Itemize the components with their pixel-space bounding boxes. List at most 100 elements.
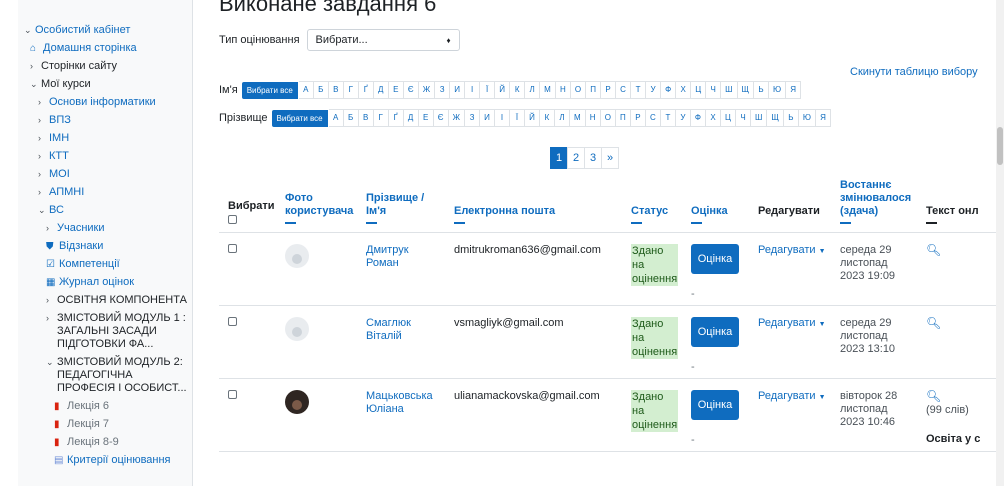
last-name-initial-letter[interactable]: И: [480, 109, 496, 127]
sidebar-item[interactable]: › ІМН: [18, 130, 192, 148]
first-name-initial-letter[interactable]: Я: [786, 81, 802, 99]
zoom-icon[interactable]: 🔍︎: [926, 316, 941, 330]
first-name-initial-letter[interactable]: Ш: [721, 81, 738, 99]
last-name-initial-letter[interactable]: Ї: [510, 109, 526, 127]
last-name-initial-letter[interactable]: О: [600, 109, 616, 127]
grade-button[interactable]: Оцінка: [691, 317, 739, 347]
sidebar-item[interactable]: › МОІ: [18, 166, 192, 184]
sidebar-item[interactable]: ⛊ Відзнаки: [18, 238, 192, 256]
sidebar-item[interactable]: ▤ Критерії оцінювання: [18, 452, 192, 470]
sidebar-item[interactable]: ▮ Лекція 8-9: [18, 434, 192, 452]
last-name-initial-letter[interactable]: М: [570, 109, 586, 127]
last-name-initial-letter[interactable]: Т: [660, 109, 676, 127]
last-name-initial-letter[interactable]: Й: [525, 109, 541, 127]
zoom-icon[interactable]: 🔍︎: [926, 389, 941, 403]
last-name-initial-letter[interactable]: Ґ: [388, 109, 404, 127]
last-name-initial-letter[interactable]: Ш: [751, 109, 768, 127]
user-name-link[interactable]: Мацьковська Юліана: [366, 390, 433, 415]
first-name-initial-letter[interactable]: Т: [631, 81, 647, 99]
sidebar-item[interactable]: › Учасники: [18, 220, 192, 238]
first-name-initial-letter[interactable]: Г: [343, 81, 359, 99]
last-name-initial-letter[interactable]: Є: [433, 109, 449, 127]
last-name-initial-letter[interactable]: Ю: [798, 109, 816, 127]
first-name-initial-letter[interactable]: В: [328, 81, 344, 99]
first-name-initial-letter[interactable]: Б: [313, 81, 329, 99]
last-name-initial-letter[interactable]: С: [645, 109, 661, 127]
last-name-initial-letter[interactable]: Г: [373, 109, 389, 127]
sidebar-item[interactable]: ⌄ Мої курси: [18, 76, 192, 94]
last-name-initial-letter[interactable]: Е: [418, 109, 434, 127]
first-name-initial-letter[interactable]: Щ: [737, 81, 754, 99]
header-last-modified[interactable]: Востаннє змінювалося (здача): [831, 179, 917, 233]
last-name-initial-letter[interactable]: Л: [555, 109, 571, 127]
first-name-initial-letter[interactable]: О: [570, 81, 587, 99]
last-name-initial-letter[interactable]: Я: [815, 109, 831, 127]
sidebar-item[interactable]: › Сторінки сайту: [18, 58, 192, 76]
first-name-initial-letter[interactable]: У: [646, 81, 662, 99]
first-name-initial-letter[interactable]: Л: [525, 81, 541, 99]
last-name-initial-letter[interactable]: К: [540, 109, 556, 127]
sidebar-item[interactable]: ⌄ Особистий кабінет: [18, 22, 192, 40]
edit-menu-toggle[interactable]: Редагувати ▼: [758, 317, 826, 329]
last-name-initial-letter[interactable]: Щ: [767, 109, 784, 127]
sidebar-item[interactable]: ▦ Журнал оцінок: [18, 274, 192, 292]
first-name-initial-letter[interactable]: Є: [403, 81, 419, 99]
first-name-initial-letter[interactable]: Ц: [691, 81, 707, 99]
first-name-initial-letter[interactable]: Ж: [418, 81, 436, 99]
sidebar-item[interactable]: ▮ Лекція 6: [18, 398, 192, 416]
sidebar-item[interactable]: ☑ Компетенції: [18, 256, 192, 274]
first-name-initial-letter[interactable]: И: [450, 81, 466, 99]
last-name-select-all-button[interactable]: Вибрати все: [271, 109, 328, 127]
first-name-initial-letter[interactable]: С: [616, 81, 632, 99]
last-name-initial-letter[interactable]: Ц: [721, 109, 737, 127]
header-status[interactable]: Статус: [622, 179, 682, 233]
last-name-initial-letter[interactable]: А: [328, 109, 344, 127]
first-name-initial-letter[interactable]: Ґ: [358, 81, 374, 99]
grading-type-select[interactable]: Вибрати... ♦: [306, 29, 460, 51]
page-link[interactable]: 1: [550, 147, 568, 169]
row-checkbox[interactable]: [228, 390, 237, 399]
sidebar-item[interactable]: ⌂ Домашня сторінка: [18, 40, 192, 58]
edit-menu-toggle[interactable]: Редагувати ▼: [758, 244, 826, 256]
first-name-initial-letter[interactable]: А: [298, 81, 314, 99]
scrollbar-thumb[interactable]: [997, 127, 1003, 165]
header-email[interactable]: Електронна пошта: [445, 179, 622, 233]
first-name-initial-letter[interactable]: Е: [388, 81, 404, 99]
header-name[interactable]: Прізвище / Ім'я: [357, 179, 445, 233]
page-link[interactable]: 3: [584, 147, 602, 169]
sidebar-item[interactable]: › КТТ: [18, 148, 192, 166]
first-name-initial-letter[interactable]: З: [435, 81, 451, 99]
last-name-initial-letter[interactable]: Х: [706, 109, 722, 127]
first-name-initial-letter[interactable]: Ф: [661, 81, 677, 99]
select-all-checkbox[interactable]: [228, 215, 237, 224]
last-name-initial-letter[interactable]: У: [675, 109, 691, 127]
last-name-initial-letter[interactable]: П: [615, 109, 631, 127]
last-name-initial-letter[interactable]: Д: [403, 109, 419, 127]
last-name-initial-letter[interactable]: Ф: [690, 109, 707, 127]
last-name-initial-letter[interactable]: Б: [343, 109, 359, 127]
last-name-initial-letter[interactable]: Р: [630, 109, 646, 127]
first-name-initial-letter[interactable]: Х: [676, 81, 692, 99]
sidebar-item[interactable]: › АПМНІ: [18, 184, 192, 202]
grade-button[interactable]: Оцінка: [691, 244, 739, 274]
sidebar-item[interactable]: ▮ Лекція 7: [18, 416, 192, 434]
first-name-initial-letter[interactable]: П: [586, 81, 602, 99]
last-name-initial-letter[interactable]: В: [358, 109, 374, 127]
row-checkbox[interactable]: [228, 244, 237, 253]
header-grade[interactable]: Оцінка: [682, 179, 749, 233]
user-name-link[interactable]: Дмитрук Роман: [366, 244, 409, 269]
reset-table-link[interactable]: Скинути таблицю вибору: [850, 66, 978, 78]
last-name-initial-letter[interactable]: З: [465, 109, 481, 127]
first-name-initial-letter[interactable]: М: [540, 81, 556, 99]
header-photo[interactable]: Фото користувача: [276, 179, 357, 233]
last-name-initial-letter[interactable]: Н: [585, 109, 601, 127]
page-scrollbar[interactable]: [996, 0, 1004, 486]
last-name-initial-letter[interactable]: Ж: [448, 109, 466, 127]
sidebar-item[interactable]: ⌄ ВС: [18, 202, 192, 220]
first-name-initial-letter[interactable]: Ч: [706, 81, 722, 99]
sidebar-item[interactable]: › ОСВІТНЯ КОМПОНЕНТА: [18, 292, 192, 310]
edit-menu-toggle[interactable]: Редагувати ▼: [758, 390, 826, 402]
sidebar-item[interactable]: ⌄ ЗМІСТОВИЙ МОДУЛЬ 2: ПЕДАГОГІЧНА ПРОФЕСІ…: [18, 354, 192, 398]
first-name-initial-letter[interactable]: Н: [555, 81, 571, 99]
first-name-initial-letter[interactable]: Ь: [754, 81, 769, 99]
